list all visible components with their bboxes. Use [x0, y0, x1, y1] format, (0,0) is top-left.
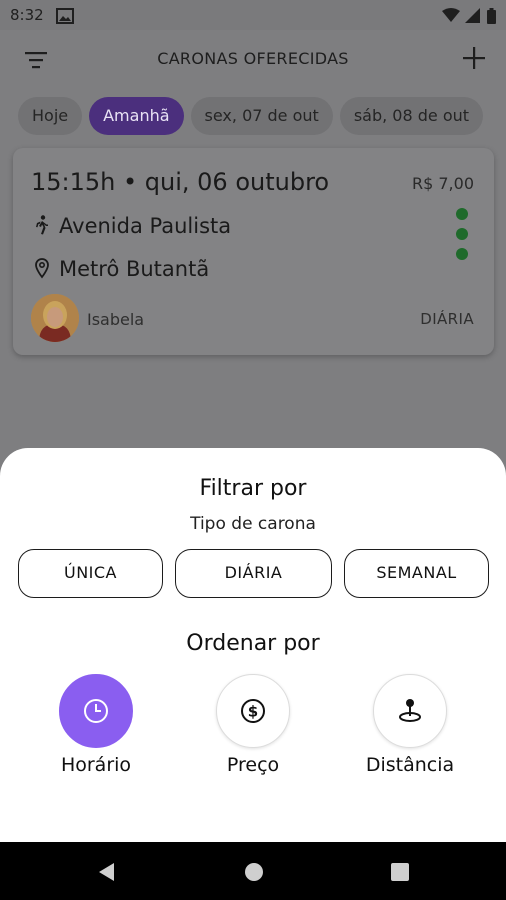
sort-by-price-option[interactable]: $ Preço — [188, 674, 318, 776]
filter-bottom-sheet: Filtrar por Tipo de carona ÚNICA DIÁRIA … — [0, 448, 506, 842]
ride-type-daily-button[interactable]: DIÁRIA — [175, 549, 332, 598]
back-button[interactable] — [96, 861, 118, 883]
status-dot — [456, 208, 468, 220]
origin-label: Avenida Paulista — [59, 214, 232, 238]
home-button[interactable] — [243, 861, 265, 883]
plus-icon — [463, 47, 485, 69]
walking-person-icon — [31, 214, 53, 236]
home-circle-icon — [245, 863, 263, 881]
status-dot — [456, 228, 468, 240]
date-chip-today[interactable]: Hoje — [18, 97, 83, 135]
destination-row: Metrô Butantã — [31, 257, 209, 281]
image-notification-icon — [56, 8, 74, 28]
location-pin-icon — [31, 257, 53, 279]
destination-label: Metrô Butantã — [59, 257, 210, 281]
driver-name: Isabela — [87, 310, 145, 329]
origin-row: Avenida Paulista — [31, 214, 231, 238]
back-triangle-icon — [99, 863, 114, 881]
wifi-icon — [442, 8, 460, 27]
filter-title: Filtrar por — [199, 476, 307, 501]
sort-price-label: Preço — [226, 754, 280, 776]
page-title: CARONAS OFERECIDAS — [157, 49, 349, 68]
ride-price: R$ 7,00 — [411, 174, 474, 193]
sort-distance-button[interactable] — [373, 674, 447, 748]
app-bar: CARONAS OFERECIDAS — [0, 30, 506, 88]
ride-time-date: 15:15h • qui, 06 outubro — [31, 168, 330, 196]
ride-card[interactable]: 15:15h • qui, 06 outubro R$ 7,00 Avenida… — [13, 148, 494, 355]
battery-icon — [487, 8, 496, 28]
signal-icon — [465, 8, 480, 27]
dollar-icon: $ — [241, 699, 265, 723]
status-bar: 8:32 — [0, 0, 506, 30]
system-navigation-bar — [0, 842, 506, 900]
sort-price-button[interactable]: $ — [216, 674, 290, 748]
sort-title: Ordenar por — [186, 631, 320, 656]
add-ride-button[interactable] — [460, 44, 488, 72]
clock-icon — [84, 699, 108, 723]
location-pin-icon — [399, 699, 421, 722]
ride-type-subtitle: Tipo de carona — [190, 514, 316, 534]
recents-square-icon — [391, 863, 409, 881]
status-time: 8:32 — [10, 6, 44, 24]
sort-time-label: Horário — [60, 754, 132, 776]
ride-type-single-button[interactable]: ÚNICA — [18, 549, 163, 598]
svg-text:$: $ — [248, 703, 258, 721]
date-chip-saturday[interactable]: sáb, 08 de out — [339, 97, 484, 135]
route-status-dots — [456, 208, 468, 268]
sort-time-button[interactable] — [59, 674, 133, 748]
date-chip-friday[interactable]: sex, 07 de out — [190, 97, 333, 135]
ride-frequency: DIÁRIA — [420, 310, 474, 328]
date-chip-tomorrow[interactable]: Amanhã — [89, 97, 184, 135]
date-chip-row: Hoje Amanhã sex, 07 de out sáb, 08 de out — [18, 97, 506, 135]
recents-button[interactable] — [389, 861, 411, 883]
sort-by-time-option[interactable]: Horário — [31, 674, 161, 776]
sort-by-distance-option[interactable]: Distância — [345, 674, 475, 776]
sort-distance-label: Distância — [365, 754, 455, 776]
ride-type-weekly-button[interactable]: SEMANAL — [344, 549, 489, 598]
status-dot — [456, 248, 468, 260]
driver-avatar — [31, 294, 79, 342]
